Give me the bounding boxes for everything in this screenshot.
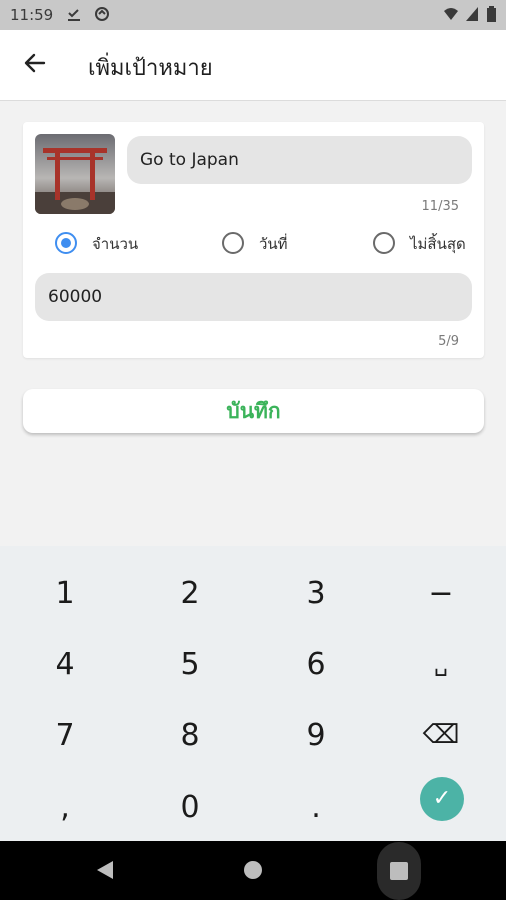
- radio-unlimited-indicator[interactable]: [373, 232, 395, 254]
- status-time: 11:59: [10, 6, 54, 24]
- key-0[interactable]: 0: [127, 772, 253, 843]
- back-arrow-icon[interactable]: [18, 46, 52, 80]
- key-space[interactable]: ␣: [378, 629, 504, 700]
- status-bar: 11:59: [0, 0, 506, 30]
- goal-form-card: Go to Japan 11/35 จำนวน วันที่ ไม่สิ้นสุ…: [23, 122, 484, 358]
- amount-input[interactable]: 60000: [35, 273, 472, 321]
- nav-home-icon[interactable]: [244, 861, 262, 879]
- backspace-key[interactable]: ⌫: [378, 700, 504, 771]
- radio-amount-indicator[interactable]: [55, 232, 77, 254]
- data-saver-icon: [94, 6, 110, 26]
- page-title: เพิ่มเป้าหมาย: [88, 56, 213, 81]
- download-done-icon: [66, 6, 82, 26]
- radio-unlimited-label: ไม่สิ้นสุด: [410, 235, 466, 253]
- key-period[interactable]: .: [253, 772, 379, 843]
- done-key[interactable]: ✓: [420, 777, 464, 821]
- key-5[interactable]: 5: [127, 629, 253, 700]
- radio-amount-label: จำนวน: [92, 235, 139, 253]
- key-minus[interactable]: −: [378, 558, 504, 629]
- key-comma[interactable]: ,: [2, 772, 128, 843]
- key-8[interactable]: 8: [127, 700, 253, 771]
- radio-date-label: วันที่: [259, 235, 288, 253]
- amount-counter: 5/9: [438, 334, 459, 349]
- key-7[interactable]: 7: [2, 700, 128, 771]
- system-nav-bar: [0, 841, 506, 900]
- key-1[interactable]: 1: [2, 558, 128, 629]
- wifi-icon: [443, 6, 459, 26]
- goal-name-counter: 11/35: [421, 199, 459, 214]
- key-6[interactable]: 6: [253, 629, 379, 700]
- nav-back-icon[interactable]: [97, 861, 113, 879]
- nav-recent-apps-icon[interactable]: [390, 862, 408, 880]
- key-4[interactable]: 4: [2, 629, 128, 700]
- save-button[interactable]: บันทึก: [23, 389, 484, 433]
- done-check-icon: ✓: [432, 786, 452, 811]
- battery-icon: [487, 6, 496, 26]
- app-bar: เพิ่มเป้าหมาย: [0, 30, 506, 101]
- goal-name-input[interactable]: Go to Japan: [127, 136, 472, 184]
- key-2[interactable]: 2: [127, 558, 253, 629]
- goal-image[interactable]: [35, 134, 115, 214]
- radio-date-indicator[interactable]: [222, 232, 244, 254]
- signal-icon: [465, 6, 479, 26]
- key-9[interactable]: 9: [253, 700, 379, 771]
- key-3[interactable]: 3: [253, 558, 379, 629]
